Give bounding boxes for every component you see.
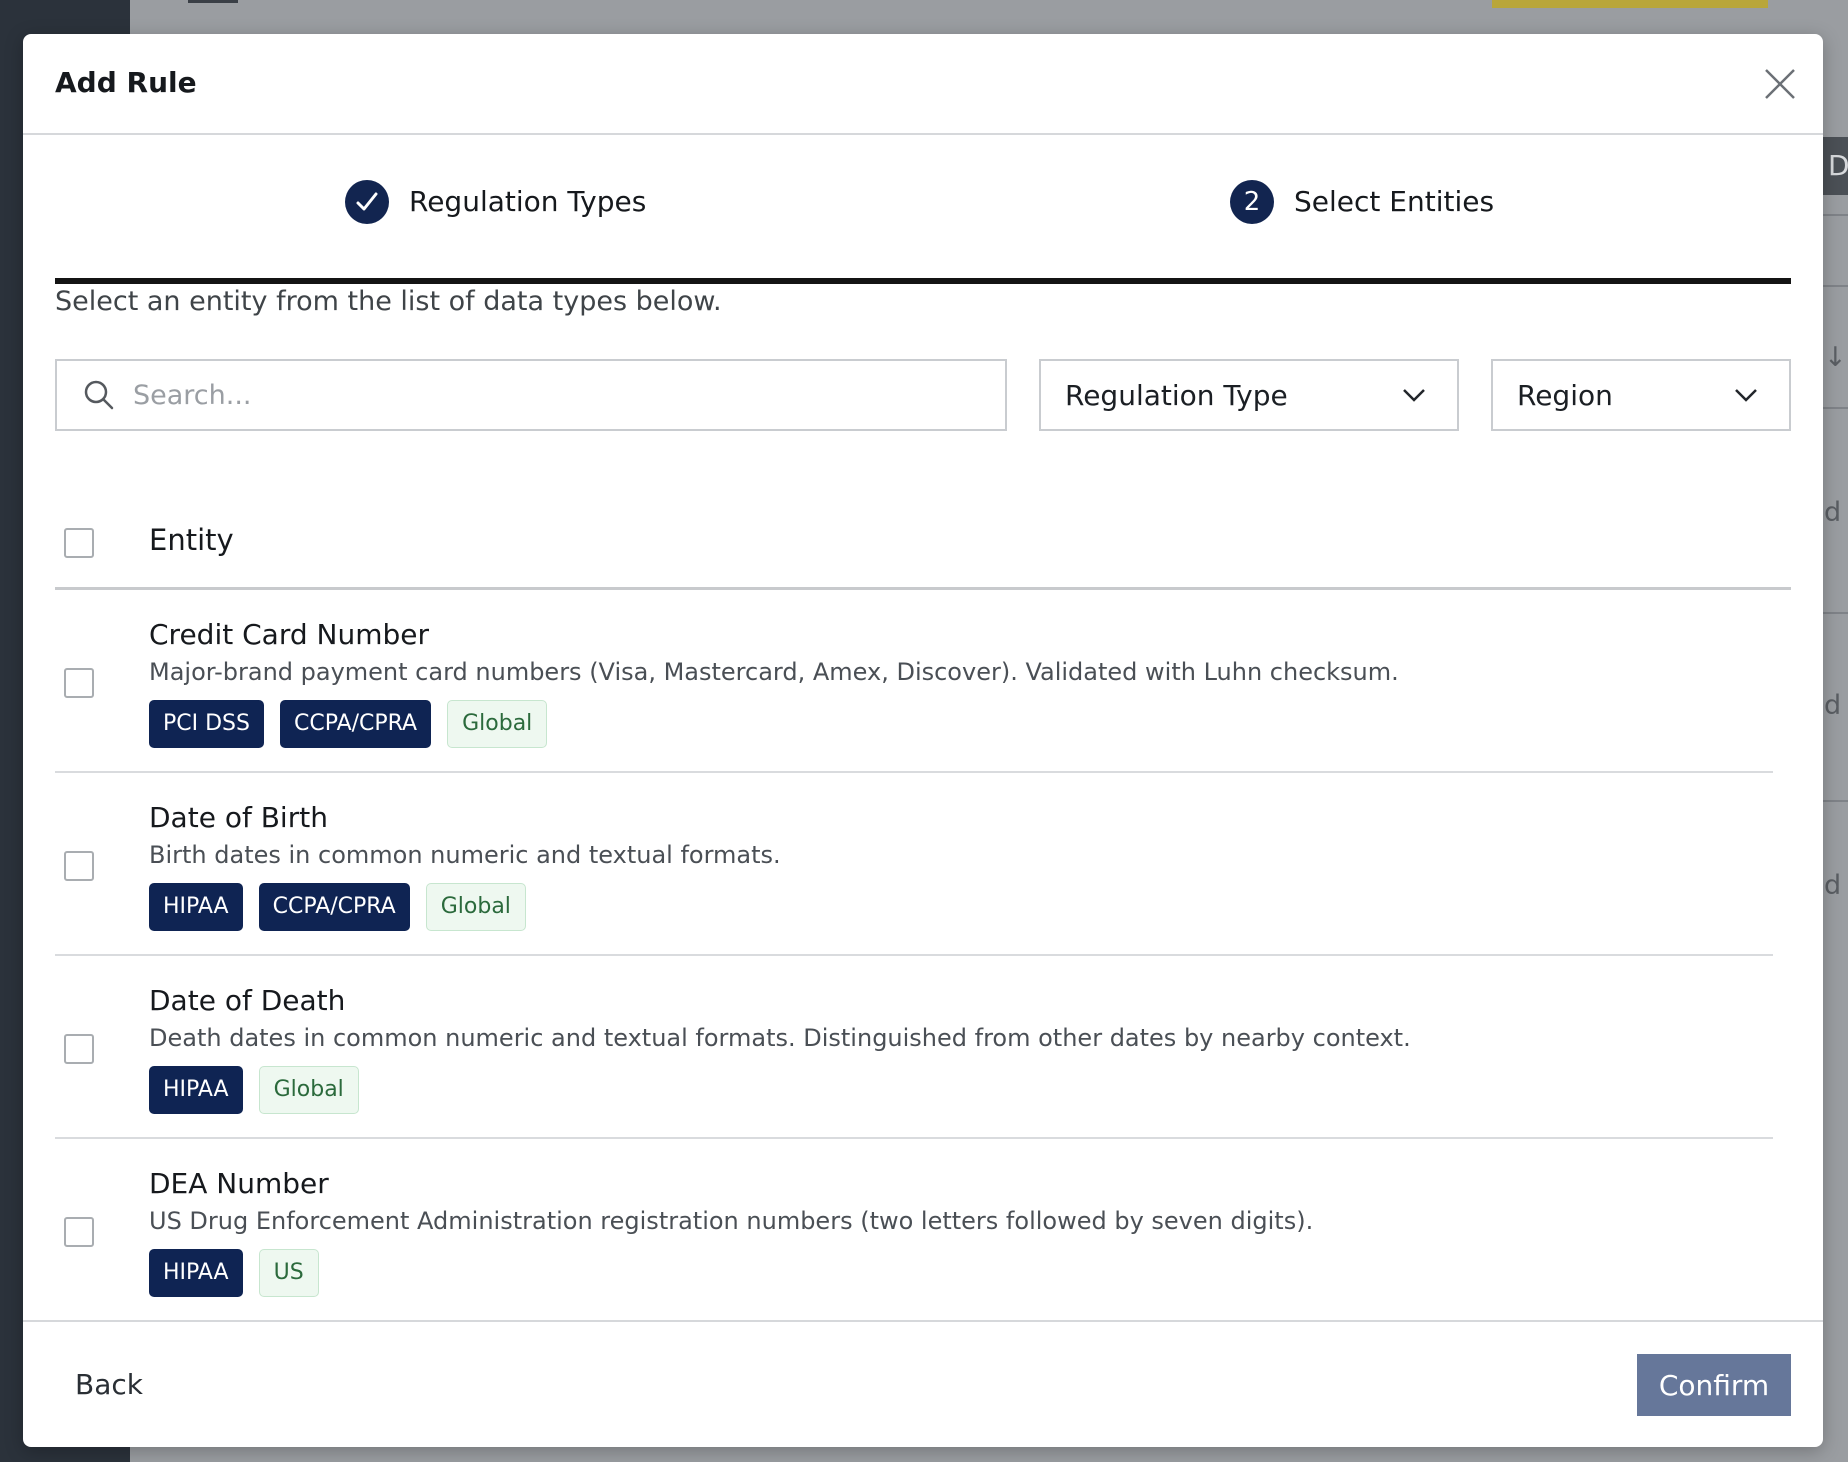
close-button[interactable] [1760, 64, 1800, 104]
region-dropdown[interactable]: Region [1491, 359, 1791, 431]
tag-list: PCI DSS CCPA/CPRA Global [149, 700, 548, 748]
stepper-progress-bar [55, 278, 1791, 284]
background-tab: D [1822, 137, 1848, 195]
step-select-entities[interactable]: 2 Select Entities [1230, 180, 1494, 286]
table-header: Entity [55, 489, 1791, 590]
confirm-button[interactable]: Confirm [1637, 1354, 1791, 1416]
search-box[interactable] [55, 359, 1007, 431]
regulation-tag: CCPA/CPRA [279, 700, 432, 748]
tag-list: HIPAA CCPA/CPRA Global [149, 883, 526, 931]
regulation-tag: HIPAA [149, 883, 243, 931]
entity-description: US Drug Enforcement Administration regis… [149, 1207, 1314, 1235]
regulation-type-dropdown[interactable]: Regulation Type [1039, 359, 1459, 431]
background-divider [1822, 800, 1848, 802]
regulation-tag: HIPAA [149, 1066, 243, 1114]
tag-list: HIPAA Global [149, 1066, 359, 1114]
region-tag: Global [258, 1066, 359, 1114]
background-divider [1822, 407, 1848, 409]
chevron-down-icon [1735, 389, 1757, 402]
dropdown-value: Regulation Type [1065, 378, 1288, 412]
checkmark-icon [345, 180, 389, 224]
row-checkbox[interactable] [64, 851, 94, 881]
background-yellow-button [1492, 0, 1768, 8]
stepper: Regulation Types 2 Select Entities [55, 180, 1791, 286]
background-text: d [1824, 870, 1842, 901]
column-header-entity: Entity [149, 523, 234, 557]
region-tag: US [258, 1249, 319, 1297]
step-number: 2 [1230, 180, 1274, 224]
table-row[interactable]: DEA Number US Drug Enforcement Administr… [55, 1139, 1773, 1320]
regulation-tag: PCI DSS [149, 700, 264, 748]
region-tag: Global [425, 883, 526, 931]
modal-footer: Back Confirm [23, 1320, 1823, 1447]
table-row[interactable]: Date of Birth Birth dates in common nume… [55, 773, 1773, 956]
modal-title: Add Rule [55, 66, 197, 99]
back-button[interactable]: Back [75, 1368, 143, 1401]
entity-title: Date of Death [149, 984, 346, 1017]
background-divider [1822, 612, 1848, 614]
background-sort-glyph: ↓ [1824, 342, 1847, 373]
entity-title: DEA Number [149, 1167, 329, 1200]
table-row[interactable]: Credit Card Number Major-brand payment c… [55, 590, 1773, 773]
row-checkbox[interactable] [64, 668, 94, 698]
entity-title: Date of Birth [149, 801, 328, 834]
modal-header: Add Rule [23, 34, 1823, 135]
background-divider [1822, 285, 1848, 287]
instructions-text: Select an entity from the list of data t… [55, 286, 722, 317]
select-all-checkbox[interactable] [64, 528, 94, 558]
region-tag: Global [447, 700, 548, 748]
close-icon [1765, 69, 1795, 99]
dropdown-value: Region [1517, 378, 1613, 412]
tag-list: HIPAA US [149, 1249, 319, 1297]
step-label: Select Entities [1294, 185, 1495, 218]
step-regulation-types[interactable]: Regulation Types [345, 180, 646, 286]
row-checkbox[interactable] [64, 1034, 94, 1064]
entity-list[interactable]: Credit Card Number Major-brand payment c… [55, 590, 1791, 1320]
entity-description: Major-brand payment card numbers (Visa, … [149, 658, 1399, 686]
background-text: d [1824, 690, 1842, 721]
background-text: d [1824, 497, 1842, 528]
search-icon [84, 380, 114, 410]
regulation-tag: HIPAA [149, 1249, 243, 1297]
add-rule-modal: Add Rule Regulation Types 2 Select Entit… [23, 34, 1823, 1447]
background-element [188, 0, 238, 3]
entity-description: Death dates in common numeric and textua… [149, 1024, 1411, 1052]
search-input[interactable] [131, 378, 995, 412]
row-checkbox[interactable] [64, 1217, 94, 1247]
step-label: Regulation Types [409, 185, 647, 218]
entity-title: Credit Card Number [149, 618, 429, 651]
chevron-down-icon [1403, 389, 1425, 402]
background-divider [1822, 214, 1848, 216]
table-row[interactable]: Date of Death Death dates in common nume… [55, 956, 1773, 1139]
regulation-tag: CCPA/CPRA [258, 883, 410, 931]
entity-description: Birth dates in common numeric and textua… [149, 841, 781, 869]
